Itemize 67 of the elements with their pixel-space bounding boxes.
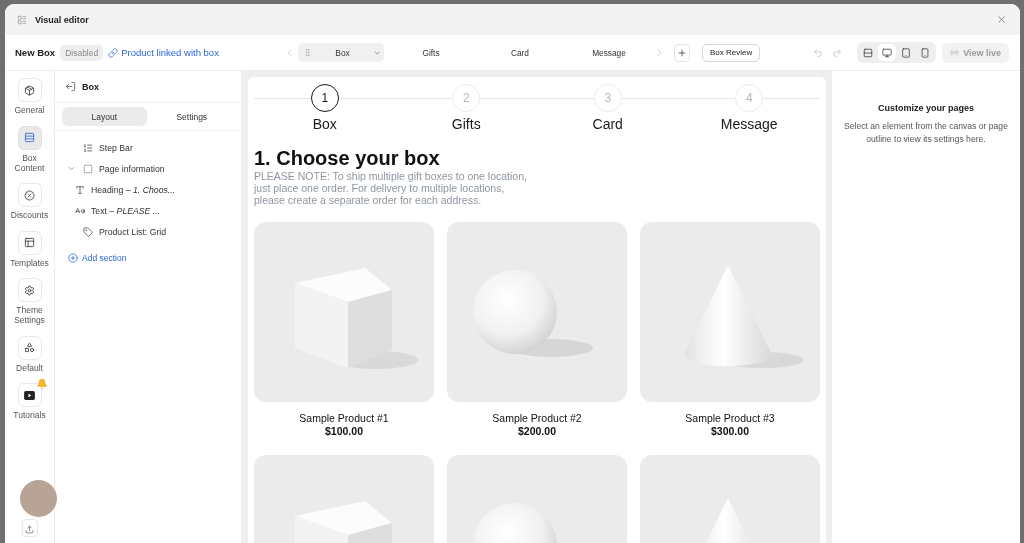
redo-icon[interactable] (832, 47, 843, 58)
product-price: $200.00 (518, 425, 556, 438)
rail-item[interactable]: Templates (5, 225, 55, 268)
rail-item[interactable]: Default (5, 330, 55, 373)
rail-item[interactable]: Box Content (5, 120, 55, 173)
inspector-title: Customize your pages (877, 102, 975, 114)
upload-icon[interactable] (21, 519, 38, 537)
list-icon (83, 142, 93, 153)
rows-icon (863, 47, 874, 58)
monitor-icon (882, 47, 893, 58)
status-badge: Disabled (60, 44, 104, 61)
grip-icon (303, 48, 312, 57)
step-marker: 1 (310, 84, 339, 112)
step-label: Message (720, 116, 778, 133)
step-marker: 2 (452, 84, 481, 112)
product-price: $100.00 (325, 425, 363, 438)
phone-icon (920, 47, 931, 58)
product-name: Sample Product #2 (492, 412, 582, 425)
tag-icon (83, 226, 93, 237)
dashed-square-icon (83, 163, 93, 174)
step-marker: 3 (593, 84, 622, 112)
rail-item[interactable]: General (5, 73, 55, 115)
outline-item[interactable]: Step Bar (99, 142, 133, 153)
inspector-description: Select an element from the canvas or page outline to view its settings here. (843, 120, 1009, 146)
tablet-icon (901, 47, 912, 58)
panel-title: Box (82, 81, 99, 92)
panel-tab[interactable]: Settings (149, 107, 234, 126)
step-tab[interactable]: Message (565, 43, 651, 62)
window-title: Visual editor (35, 14, 90, 25)
add-section-button[interactable]: Add section (68, 247, 127, 268)
device-button[interactable] (878, 44, 897, 61)
chevron-icon[interactable] (66, 164, 76, 173)
step-tab[interactable]: Card (476, 43, 562, 62)
product-price: $300.00 (711, 425, 749, 438)
outline-item[interactable]: Product List: Grid (99, 226, 167, 237)
page-heading: 1. Choose your box (254, 147, 441, 170)
outline-item[interactable]: Text – PLEASE ... (91, 205, 161, 216)
add-step-button[interactable] (674, 43, 690, 62)
outline-item[interactable]: Page information (99, 163, 165, 174)
type-icon (75, 184, 85, 195)
plus-icon (677, 47, 687, 58)
plus-circle-icon (68, 252, 78, 263)
undo-icon[interactable] (813, 47, 824, 58)
step-label: Card (592, 116, 623, 133)
product-name: Sample Product #3 (685, 412, 775, 425)
broadcast-icon (950, 48, 960, 57)
page-note: PLEASE NOTE: To ship multiple gift boxes to one location, just place one order. For delivery to multiple locations, please create a separate order for each address. (254, 170, 528, 206)
box-name: New Box (15, 47, 56, 58)
step-label: Gifts (451, 116, 481, 133)
outline-item[interactable]: Heading – 1. Choos... (91, 184, 176, 195)
layout-icon (17, 14, 27, 25)
step-tab[interactable]: Box (298, 43, 384, 62)
panel-tab[interactable]: Layout (62, 107, 147, 126)
rail-item[interactable]: Discounts (5, 178, 55, 220)
close-icon[interactable] (996, 14, 1007, 25)
step-tab[interactable]: Gifts (387, 43, 473, 62)
avatar-placeholder[interactable] (20, 480, 57, 517)
product-link[interactable]: Product linked with box (108, 47, 219, 58)
link-icon (108, 47, 119, 58)
case-icon (75, 205, 85, 216)
rail-item[interactable]: Tutorials (5, 378, 55, 420)
rail-item[interactable]: Theme Settings (5, 273, 55, 325)
step-label: Box (312, 116, 337, 133)
exit-icon[interactable] (65, 81, 76, 92)
product-name: Sample Product #1 (299, 412, 389, 425)
step-marker: 4 (735, 84, 764, 112)
review-button[interactable]: Box Review (702, 43, 761, 62)
